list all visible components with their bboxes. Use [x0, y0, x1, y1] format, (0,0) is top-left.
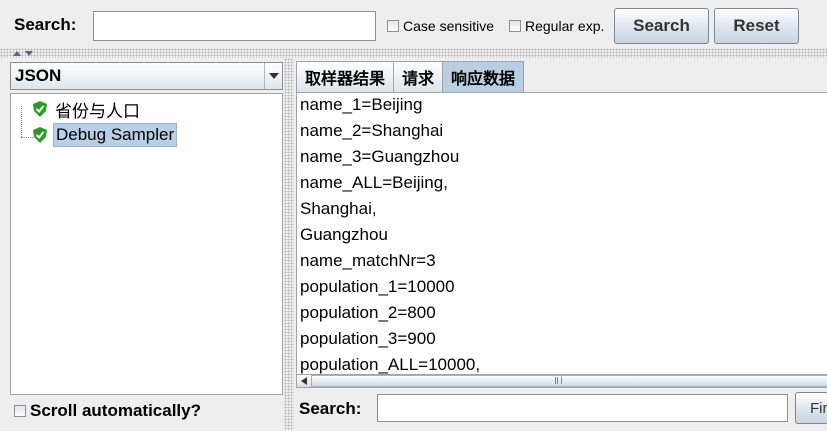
response-line: Shanghai, — [300, 199, 377, 218]
response-search-input[interactable] — [377, 394, 788, 422]
response-line: name_2=Shanghai — [300, 121, 444, 140]
collapse-arrows-icon[interactable] — [12, 49, 36, 57]
response-search-label: Search: — [299, 399, 362, 418]
scroll-automatically-option[interactable]: Scroll automatically? — [14, 401, 201, 421]
response-line: population_2=800 — [300, 303, 436, 322]
response-line: population_3=900 — [300, 329, 436, 348]
tab-sampler-result[interactable]: 取样器结果 — [296, 61, 395, 92]
response-line: name_1=Beijing — [300, 95, 423, 114]
scroll-automatically-checkbox[interactable] — [14, 405, 26, 417]
tree-guide-line — [21, 137, 33, 138]
check-shield-icon — [33, 101, 47, 117]
response-line: name_matchNr=3 — [300, 251, 436, 270]
case-sensitive-checkbox[interactable] — [387, 20, 399, 32]
case-sensitive-option[interactable]: Case sensitive — [387, 18, 494, 34]
scroll-left-arrow-icon[interactable] — [297, 375, 312, 387]
check-shield-icon — [33, 127, 47, 143]
case-sensitive-label: Case sensitive — [403, 18, 495, 34]
search-input[interactable] — [93, 11, 376, 41]
regex-checkbox[interactable] — [509, 20, 521, 32]
horizontal-scrollbar[interactable] — [296, 374, 827, 388]
search-label: Search: — [14, 15, 77, 34]
response-line: name_ALL=Beijing, — [300, 173, 448, 192]
regex-label: Regular exp. — [525, 18, 605, 34]
response-line: population_1=10000 — [300, 277, 455, 296]
tree-item-debug-sampler[interactable]: Debug Sampler — [33, 123, 178, 147]
tab-request[interactable]: 请求 — [393, 61, 444, 92]
grip-icon — [557, 377, 558, 384]
find-button[interactable]: Fir — [795, 392, 827, 424]
renderer-select-value: JSON — [15, 66, 62, 85]
renderer-select[interactable]: JSON — [10, 62, 283, 90]
response-line: name_3=Guangzhou — [300, 147, 460, 166]
scroll-automatically-label: Scroll automatically? — [30, 401, 201, 420]
tree-item-province-population[interactable]: 省份与人口 — [33, 98, 142, 121]
horizontal-split-divider[interactable] — [0, 48, 827, 58]
vertical-split-divider[interactable] — [284, 58, 294, 431]
response-line: Guangzhou — [300, 225, 388, 244]
tree-item-label: 省份与人口 — [55, 101, 140, 121]
tree-item-label: Debug Sampler — [53, 123, 178, 147]
result-tabs: 取样器结果 请求 响应数据 — [296, 61, 525, 92]
regex-option[interactable]: Regular exp. — [509, 18, 604, 34]
scrollbar-thumb[interactable] — [311, 375, 827, 387]
response-data-panel[interactable]: name_1=Beijing name_2=Shanghai name_3=Gu… — [296, 92, 827, 375]
search-button[interactable]: Search — [614, 8, 709, 44]
tree-guide-line — [21, 106, 22, 137]
response-line: population_ALL=10000, — [300, 355, 481, 374]
chevron-down-icon[interactable] — [264, 63, 282, 89]
top-search-bar: Search: Case sensitive Regular exp. Sear… — [0, 0, 827, 48]
tab-response-data[interactable]: 响应数据 — [442, 61, 525, 92]
reset-button[interactable]: Reset — [714, 8, 799, 44]
results-tree: 省份与人口 Debug Sampler — [10, 93, 283, 395]
